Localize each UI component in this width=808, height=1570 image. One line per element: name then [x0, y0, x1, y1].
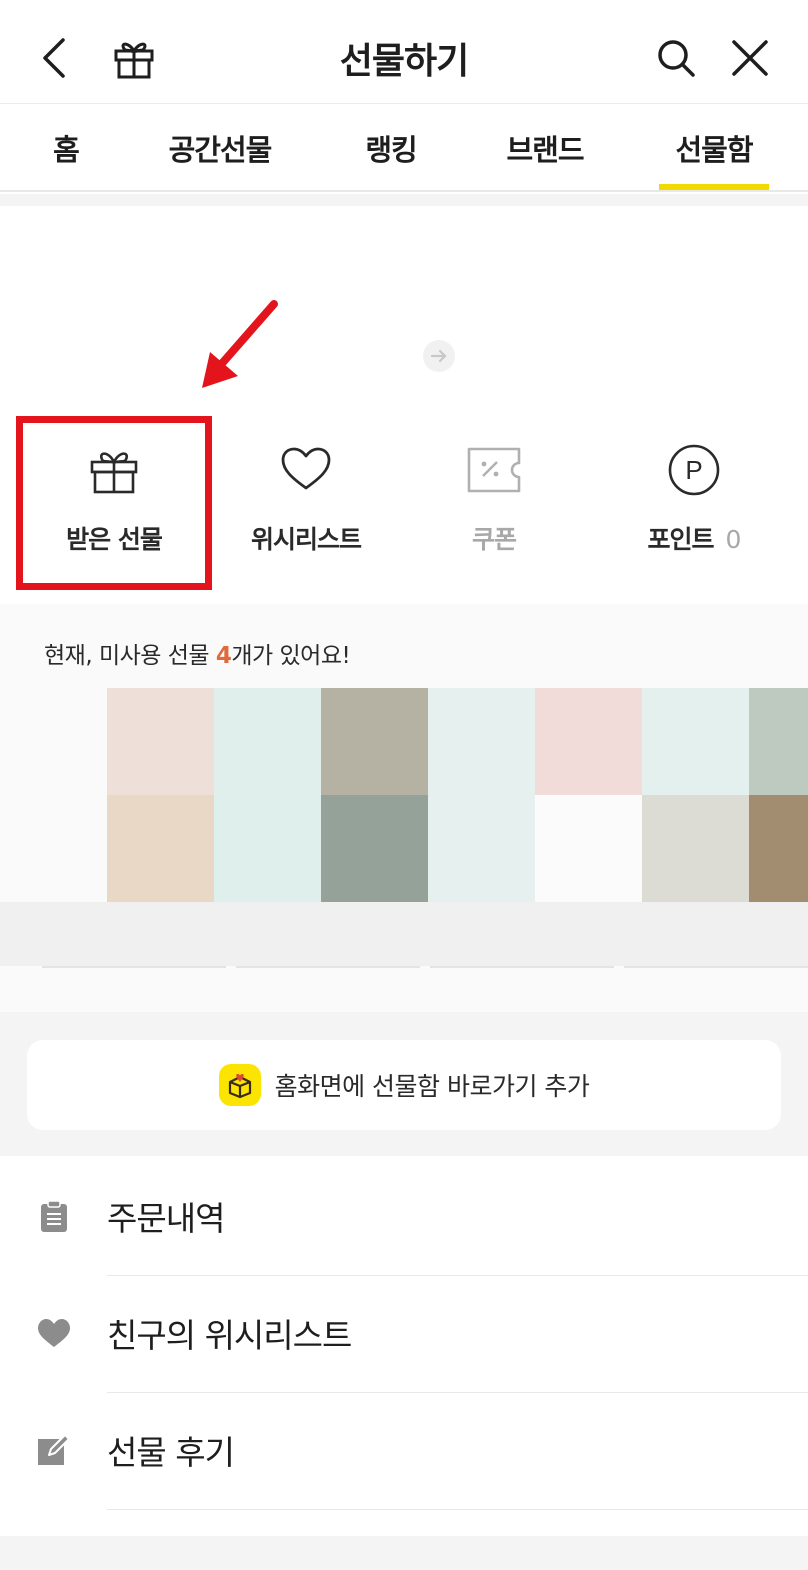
- shortcut-label: 홈화면에 선물함 바로가기 추가: [274, 1072, 590, 1101]
- edit-icon: [36, 1432, 72, 1468]
- tab-space-gift[interactable]: 공간선물: [150, 104, 290, 192]
- gift-card-strip: [0, 902, 808, 966]
- search-icon: [658, 40, 695, 77]
- card-divider: [624, 966, 808, 968]
- tab-brand[interactable]: 브랜드: [480, 104, 610, 192]
- app-header: 선물하기: [0, 0, 808, 104]
- quick-wishlist[interactable]: 위시리스트: [206, 440, 406, 570]
- heart-icon: [276, 440, 336, 500]
- points-count: 0: [725, 525, 742, 554]
- card-divider: [430, 966, 614, 968]
- gift-thumbnail[interactable]: [107, 688, 214, 795]
- coupon-icon: [464, 440, 524, 500]
- gift-card-dividers: [42, 966, 808, 970]
- clipboard-icon: [36, 1198, 72, 1234]
- unused-suffix: 개가 있어요!: [231, 643, 351, 669]
- tab-home[interactable]: 홈: [24, 104, 108, 192]
- menu-label: 친구의 위시리스트: [107, 1316, 352, 1355]
- shortcut-box-icon: [218, 1064, 261, 1106]
- gift-thumbnail[interactable]: [321, 795, 428, 902]
- gift-thumbnail[interactable]: [535, 688, 642, 795]
- menu-divider: [107, 1509, 808, 1510]
- points-label: 포인트: [647, 525, 715, 554]
- gift-thumbnail[interactable]: [107, 795, 214, 902]
- quick-label: 위시리스트: [250, 525, 362, 554]
- menu-label: 선물 후기: [107, 1433, 235, 1472]
- more-arrow-button[interactable]: [423, 340, 455, 372]
- unused-count: 4: [215, 643, 232, 669]
- unused-gifts-message: 현재, 미사용 선물 4개가 있어요!: [44, 636, 351, 670]
- quick-points[interactable]: P 포인트 0: [594, 440, 794, 570]
- gift-thumbnail[interactable]: [535, 795, 642, 902]
- gift-thumbnail[interactable]: [321, 688, 428, 795]
- point-icon: P: [664, 440, 724, 500]
- annotation-arrow-icon: [202, 300, 278, 388]
- gift-thumbnail[interactable]: [214, 688, 321, 795]
- quick-label: 쿠폰: [471, 525, 517, 554]
- gift-thumbnail[interactable]: [428, 688, 535, 795]
- heart-icon: [36, 1315, 72, 1351]
- arrow-right-icon: [430, 349, 447, 363]
- unused-prefix: 현재, 미사용 선물: [44, 643, 216, 669]
- svg-text:P: P: [685, 455, 702, 485]
- gift-thumbnail[interactable]: [749, 688, 808, 795]
- annotation-highlight-box: [16, 416, 212, 590]
- tab-bar: 홈 공간선물 랭킹 브랜드 선물함: [0, 104, 808, 192]
- bottom-bar: [0, 1536, 808, 1570]
- gift-thumbnail[interactable]: [428, 795, 535, 902]
- menu-gift-review[interactable]: 선물 후기: [0, 1392, 808, 1508]
- close-button[interactable]: [722, 30, 778, 86]
- quick-coupon[interactable]: 쿠폰: [394, 440, 594, 570]
- quick-label: 포인트 0: [647, 520, 742, 556]
- gift-thumbnail-grid[interactable]: [107, 688, 808, 902]
- close-icon: [732, 40, 768, 76]
- gift-thumbnail[interactable]: [642, 795, 749, 902]
- menu-order-history[interactable]: 주문내역: [0, 1158, 808, 1274]
- gift-thumbnail[interactable]: [749, 795, 808, 902]
- menu-label: 주문내역: [107, 1199, 225, 1238]
- card-divider: [236, 966, 420, 968]
- active-tab-indicator: [659, 184, 769, 190]
- gift-thumbnail[interactable]: [642, 688, 749, 795]
- add-home-shortcut-button[interactable]: 홈화면에 선물함 바로가기 추가: [27, 1040, 781, 1130]
- menu-friend-wishlist[interactable]: 친구의 위시리스트: [0, 1275, 808, 1391]
- gift-thumbnail[interactable]: [214, 795, 321, 902]
- tab-ranking[interactable]: 랭킹: [336, 104, 446, 192]
- section-divider: [0, 194, 808, 206]
- search-button[interactable]: [648, 30, 704, 86]
- tab-gift-box[interactable]: 선물함: [650, 104, 778, 192]
- card-divider: [42, 966, 226, 968]
